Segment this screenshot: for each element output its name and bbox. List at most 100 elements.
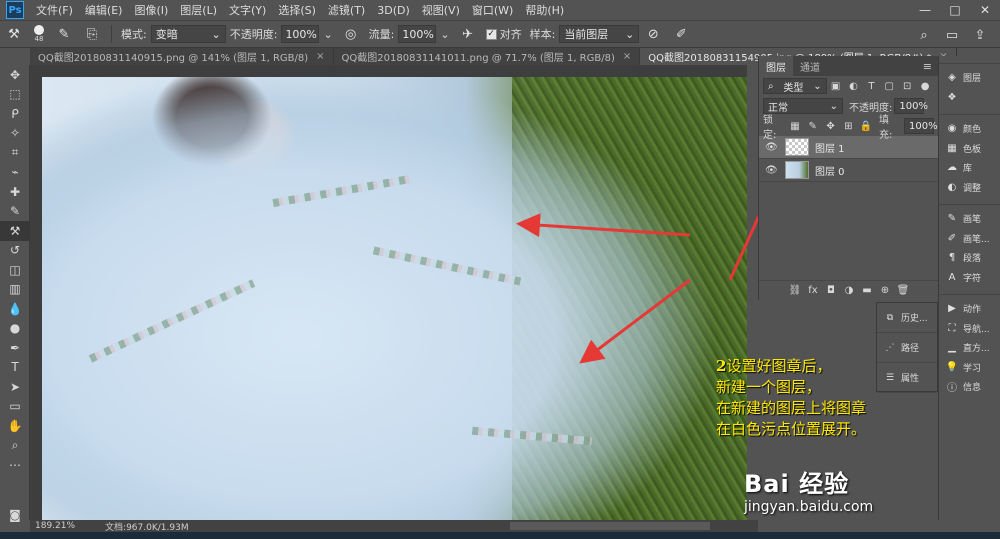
adjustment-layer-icon[interactable]: ◑ xyxy=(842,284,856,298)
dock-actions[interactable]: ▶ 动作 xyxy=(939,299,1000,319)
dock-adjustments[interactable]: ◐ 调整 xyxy=(939,178,1000,198)
workspace-icon[interactable]: ▭ xyxy=(941,24,963,46)
close-button[interactable]: ✕ xyxy=(970,0,1000,20)
tab-channels[interactable]: 通道 xyxy=(793,56,827,76)
dock-histogram[interactable]: ▁ 直方... xyxy=(939,338,1000,358)
adjustment-filter-icon[interactable]: ◐ xyxy=(847,79,861,93)
lock-transparent-icon[interactable]: ▦ xyxy=(788,119,802,133)
gradient-tool-icon[interactable]: ▥ xyxy=(0,280,30,300)
menu-edit[interactable]: 编辑(E) xyxy=(79,2,129,18)
smart-object-filter-icon[interactable]: ⊡ xyxy=(900,79,914,93)
menu-view[interactable]: 视图(V) xyxy=(416,2,466,18)
healing-brush-tool-icon[interactable]: ✚ xyxy=(0,182,30,202)
clone-stamp-icon[interactable]: ⚒ xyxy=(3,23,25,45)
dock-brushes[interactable]: ✎ 画笔 xyxy=(939,209,1000,229)
dock-navigator[interactable]: ⛶ 导航... xyxy=(939,319,1000,339)
pixel-filter-icon[interactable]: ▣ xyxy=(829,79,843,93)
kind-filter-select[interactable]: ⌕ 类型 ⌄ xyxy=(763,78,827,94)
dock-layers[interactable]: ◈ 图层 xyxy=(939,68,1000,88)
airbrush-icon[interactable]: ✈ xyxy=(457,23,479,45)
menu-filter[interactable]: 滤镜(T) xyxy=(322,2,371,18)
pen-tool-icon[interactable]: ✒ xyxy=(0,338,30,358)
menu-image[interactable]: 图像(I) xyxy=(128,2,174,18)
mode-select[interactable]: 变暗 ⌄ xyxy=(150,25,226,43)
maximize-button[interactable]: □ xyxy=(940,0,970,20)
eyedropper-tool-icon[interactable]: ⌁ xyxy=(0,163,30,183)
document-image[interactable] xyxy=(42,77,747,520)
menu-type[interactable]: 文字(Y) xyxy=(223,2,272,18)
new-layer-icon[interactable]: ⊕ xyxy=(878,284,892,298)
dock-swatches[interactable]: ▦ 色板 xyxy=(939,139,1000,159)
align-checkbox[interactable]: ✓ 对齐 xyxy=(485,26,522,42)
dock-history[interactable]: ⧉ 历史... xyxy=(877,303,937,333)
dock-info[interactable]: ⓘ 信息 xyxy=(939,377,1000,397)
lock-all-icon[interactable]: 🔒 xyxy=(859,119,873,133)
opacity-input[interactable]: 100% xyxy=(281,25,320,43)
flow-input[interactable]: 100% xyxy=(398,25,437,43)
zoom-tool-icon[interactable]: ⌕ xyxy=(0,436,30,456)
lasso-tool-icon[interactable]: ᑭ xyxy=(0,104,30,124)
zoom-level[interactable]: 189.21% xyxy=(35,521,75,531)
menu-file[interactable]: 文件(F) xyxy=(30,2,79,18)
hand-tool-icon[interactable]: ✋ xyxy=(0,416,30,436)
shape-filter-icon[interactable]: ▢ xyxy=(882,79,896,93)
dodge-tool-icon[interactable]: ● xyxy=(0,319,30,339)
ignore-adjustment-icon[interactable]: ⊘ xyxy=(642,23,664,45)
close-icon[interactable]: × xyxy=(316,51,324,62)
lock-pixels-icon[interactable]: ✎ xyxy=(806,119,820,133)
path-select-tool-icon[interactable]: ➤ xyxy=(0,377,30,397)
menu-layer[interactable]: 图层(L) xyxy=(174,2,223,18)
layer-mask-icon[interactable]: ◘ xyxy=(824,284,838,298)
clone-stamp-tool-icon[interactable]: ⚒ xyxy=(0,221,30,241)
tab-document-1[interactable]: QQ截图20180831140915.png @ 141% (图层 1, RGB… xyxy=(30,48,334,65)
brush-preset-picker[interactable]: 48 xyxy=(34,25,44,43)
dock-color[interactable]: ◉ 颜色 xyxy=(939,119,1000,139)
dock-paths[interactable]: ⋰ 路径 xyxy=(877,333,937,363)
history-brush-tool-icon[interactable]: ↺ xyxy=(0,241,30,261)
brush-settings-icon[interactable]: ✎ xyxy=(53,23,75,45)
chevron-down-icon[interactable]: ⌄ xyxy=(440,28,449,41)
search-icon[interactable]: ⌕ xyxy=(913,24,935,46)
crop-tool-icon[interactable]: ⌗ xyxy=(0,143,30,163)
menu-help[interactable]: 帮助(H) xyxy=(519,2,570,18)
dock-paragraph[interactable]: ¶ 段落 xyxy=(939,248,1000,268)
trash-icon[interactable]: 🗑 xyxy=(896,284,910,298)
dock-brush-settings[interactable]: ✐ 画笔... xyxy=(939,229,1000,249)
lock-position-icon[interactable]: ✥ xyxy=(824,119,838,133)
layer-row-1[interactable]: 👁 图层 1 xyxy=(759,136,938,159)
layer-row-0[interactable]: 👁 图层 0 xyxy=(759,159,938,182)
blur-tool-icon[interactable]: 💧 xyxy=(0,299,30,319)
layer-style-icon[interactable]: fx xyxy=(806,284,820,298)
eraser-tool-icon[interactable]: ◫ xyxy=(0,260,30,280)
chevron-down-icon[interactable]: ⌄ xyxy=(323,28,332,41)
more-tools-icon[interactable]: ⋯ xyxy=(0,455,30,475)
fill-input[interactable]: 100% xyxy=(904,118,938,134)
minimize-button[interactable]: — xyxy=(910,0,940,20)
share-icon[interactable]: ⇪ xyxy=(969,24,991,46)
quick-mask-icon[interactable]: ◙ xyxy=(0,505,30,525)
clone-source-icon[interactable]: ⎘ xyxy=(81,23,103,45)
move-tool-icon[interactable]: ✥ xyxy=(0,65,30,85)
type-filter-icon[interactable]: T xyxy=(864,79,878,93)
menu-select[interactable]: 选择(S) xyxy=(272,2,322,18)
rectangle-tool-icon[interactable]: ▭ xyxy=(0,397,30,417)
close-icon[interactable]: × xyxy=(623,51,631,62)
tab-document-2[interactable]: QQ截图20180831141011.png @ 71.7% (图层 1, RG… xyxy=(333,48,641,65)
dock-character[interactable]: A 字符 xyxy=(939,268,1000,288)
dock-learn[interactable]: 💡 学习 xyxy=(939,358,1000,378)
quick-select-tool-icon[interactable]: ✧ xyxy=(0,124,30,144)
horizontal-scrollbar[interactable] xyxy=(510,522,710,530)
menu-3d[interactable]: 3D(D) xyxy=(371,4,416,17)
dock-libraries[interactable]: ☁ 库 xyxy=(939,158,1000,178)
link-layers-icon[interactable]: ⛓ xyxy=(788,284,802,298)
filter-toggle-icon[interactable]: ● xyxy=(918,79,932,93)
menu-window[interactable]: 窗口(W) xyxy=(466,2,519,18)
eye-icon[interactable]: 👁 xyxy=(765,165,779,176)
eye-icon[interactable]: 👁 xyxy=(765,142,779,153)
dock-properties[interactable]: ☰ 属性 xyxy=(877,363,937,393)
tab-layers[interactable]: 图层 xyxy=(759,56,793,76)
sample-select[interactable]: 当前图层 ⌄ xyxy=(559,25,640,43)
brush-tool-icon[interactable]: ✎ xyxy=(0,202,30,222)
lock-artboard-icon[interactable]: ⊞ xyxy=(841,119,855,133)
pressure-size-icon[interactable]: ✐ xyxy=(670,23,692,45)
